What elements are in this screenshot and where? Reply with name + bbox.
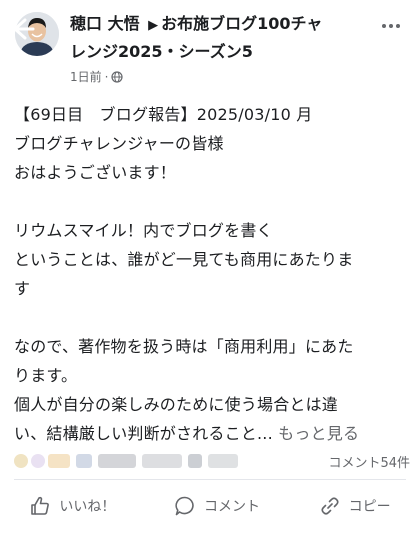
more-options-icon-dot bbox=[382, 24, 386, 28]
post-time[interactable]: 1日前 bbox=[70, 68, 102, 85]
group-name-line1[interactable]: お布施ブログ100チャ bbox=[161, 14, 322, 33]
comment-button[interactable]: コメント bbox=[174, 495, 260, 517]
reaction-icon[interactable] bbox=[31, 454, 45, 468]
post-line: ということは、誰がど一見ても商用にあたりま bbox=[14, 250, 354, 269]
reactors-placeholder[interactable] bbox=[208, 454, 238, 468]
more-options-button[interactable] bbox=[376, 16, 406, 36]
comment-label: コメント bbox=[203, 499, 260, 515]
group-name-line2[interactable]: レンジ2025・シーズン5 bbox=[70, 42, 253, 61]
post-line: い、結構厳しい判断がされること... bbox=[14, 424, 273, 443]
thumbs-up-icon bbox=[31, 496, 50, 515]
post-line: 【69日目 ブログ報告】2025/03/10 月 bbox=[14, 105, 313, 124]
back-arrow-icon-overlay[interactable] bbox=[6, 14, 36, 44]
more-options-icon-dot bbox=[396, 24, 400, 28]
reaction-row: コメント54件 bbox=[14, 450, 410, 472]
author-name[interactable]: 穂口 大悟 bbox=[70, 14, 140, 33]
link-icon bbox=[321, 497, 339, 515]
post-blank-line bbox=[14, 303, 410, 332]
like-label: いいね！ bbox=[59, 499, 116, 515]
post-line: ブログチャレンジャーの皆様 bbox=[14, 134, 224, 153]
post-line: リウムスマイル！内でブログを書く bbox=[14, 221, 273, 240]
divider bbox=[14, 479, 406, 480]
post-line: ります。 bbox=[14, 366, 78, 385]
post-line: 個人が自分の楽しみのために使う場合とは違 bbox=[14, 395, 339, 414]
post-meta: 1日前 · bbox=[70, 68, 124, 85]
reactors-placeholder[interactable] bbox=[188, 454, 202, 468]
arrow-icon: ▶ bbox=[148, 18, 159, 33]
meta-separator: · bbox=[104, 69, 109, 84]
post-body: 【69日目 ブログ報告】2025/03/10 月 ブログチャレンジャーの皆様 お… bbox=[14, 100, 410, 448]
post-blank-line bbox=[14, 187, 410, 216]
see-more-link[interactable]: もっと見る bbox=[278, 424, 359, 443]
like-button[interactable]: いいね！ bbox=[29, 495, 115, 517]
reactors-placeholder[interactable] bbox=[48, 454, 70, 468]
comment-bubble-icon bbox=[175, 496, 194, 516]
globe-icon bbox=[111, 70, 124, 83]
reactors-placeholder[interactable] bbox=[98, 454, 136, 468]
reaction-icon[interactable] bbox=[14, 454, 28, 468]
post-line: なので、著作物を扱う時は「商用利用」にあた bbox=[14, 337, 354, 356]
reactors-placeholder[interactable] bbox=[142, 454, 182, 468]
more-options-icon-dot bbox=[389, 24, 393, 28]
post-actions: いいね！ コメント コピー bbox=[0, 481, 420, 531]
reactors-placeholder[interactable] bbox=[76, 454, 92, 468]
post-line-last: い、結構厳しい判断がされること... もっと見る bbox=[14, 419, 410, 448]
copy-label: コピー bbox=[348, 499, 391, 515]
post-line: おはようございます！ bbox=[14, 163, 177, 182]
post-header-title: 穂口 大悟 ▶ お布施ブログ100チャ レンジ2025・シーズン5 bbox=[70, 11, 370, 65]
comment-count[interactable]: コメント54件 bbox=[328, 452, 410, 471]
copy-button[interactable]: コピー bbox=[319, 495, 391, 517]
post-line: す bbox=[14, 279, 31, 298]
